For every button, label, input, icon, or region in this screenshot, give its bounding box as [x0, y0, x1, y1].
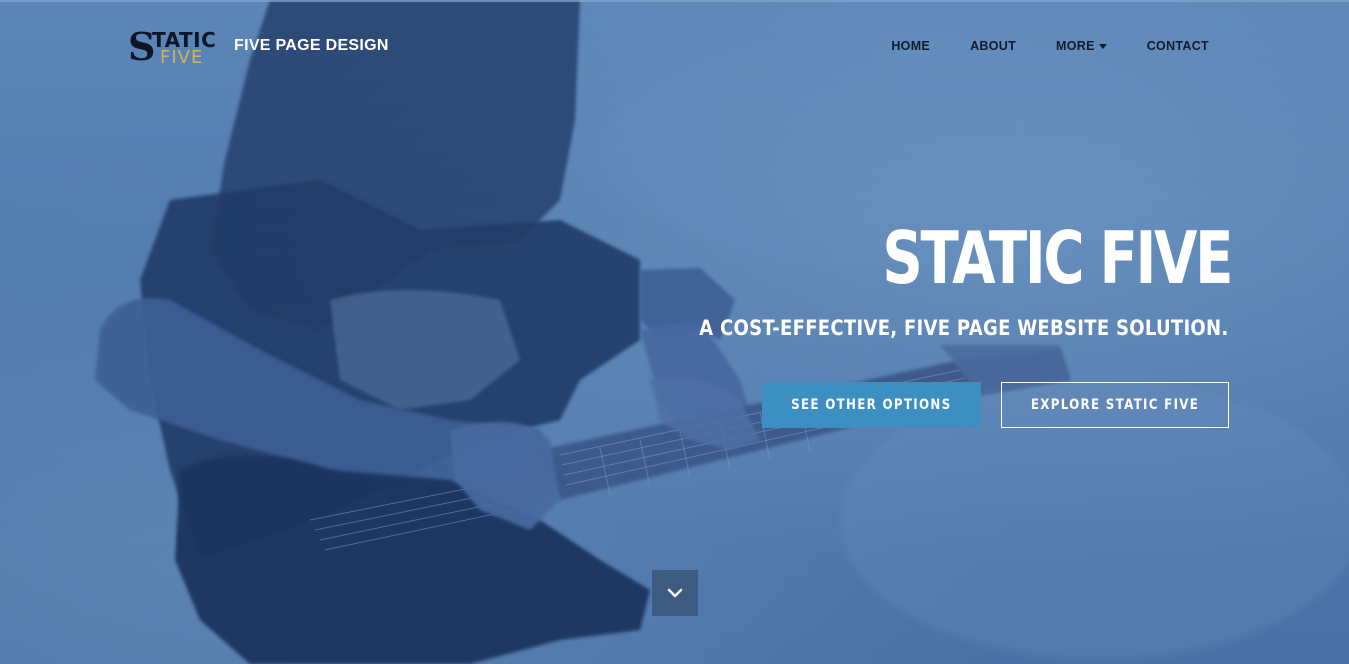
scroll-down-button[interactable]: [652, 570, 698, 616]
button-label: EXPLORE STATIC FIVE: [1030, 397, 1200, 413]
hero-subtitle: A COST-EFFECTIVE, FIVE PAGE WEBSITE SOLU…: [699, 316, 1229, 340]
caret-down-icon: [1098, 43, 1107, 49]
nav-item-label: CONTACT: [1146, 39, 1209, 53]
hero-title: STATIC FIVE: [882, 216, 1233, 300]
nav-item-label: HOME: [891, 39, 931, 53]
top-border: [0, 0, 1349, 2]
hero-section: S TATIC FIVE FIVE PAGE DESIGN HOME ABOUT…: [0, 0, 1349, 664]
brand-tagline[interactable]: FIVE PAGE DESIGN: [234, 37, 389, 55]
nav-item-label: ABOUT: [970, 39, 1017, 53]
nav-item-more[interactable]: MORE: [1056, 39, 1107, 53]
see-other-options-button[interactable]: SEE OTHER OPTIONS: [762, 382, 981, 428]
button-label: SEE OTHER OPTIONS: [791, 397, 952, 413]
nav-item-home[interactable]: HOME: [891, 39, 930, 53]
chevron-down-icon: [667, 588, 683, 598]
nav-item-label: MORE: [1056, 39, 1095, 53]
explore-static-five-button[interactable]: EXPLORE STATIC FIVE: [1001, 382, 1229, 428]
logo-word-five: FIVE: [160, 47, 204, 68]
nav-item-contact[interactable]: CONTACT: [1147, 39, 1209, 53]
site-logo[interactable]: S TATIC FIVE: [128, 28, 218, 70]
nav-item-about[interactable]: ABOUT: [970, 39, 1016, 53]
main-nav: HOME ABOUT MORE CONTACT: [851, 39, 1209, 53]
